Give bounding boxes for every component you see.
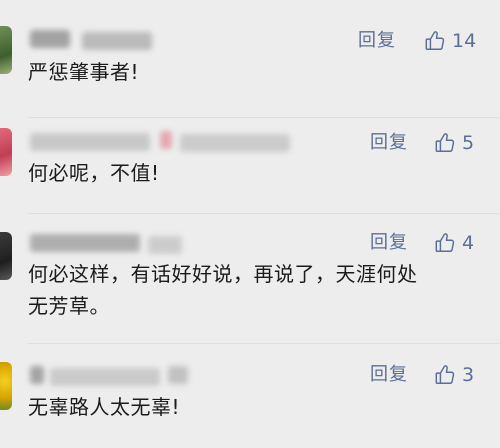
like-count: 3 (462, 364, 475, 386)
username-blurred (168, 366, 188, 384)
thumbs-up-icon (434, 364, 456, 386)
reply-button[interactable]: 回复 (370, 365, 408, 385)
like-button[interactable]: 3 (434, 364, 474, 386)
avatar[interactable] (0, 362, 12, 410)
comment-text: 无辜路人太无辜! (28, 395, 181, 419)
username-blurred (30, 366, 44, 384)
comment-item: 回复 3 无辜路人太无辜! (0, 0, 500, 448)
username-blurred (50, 368, 160, 386)
